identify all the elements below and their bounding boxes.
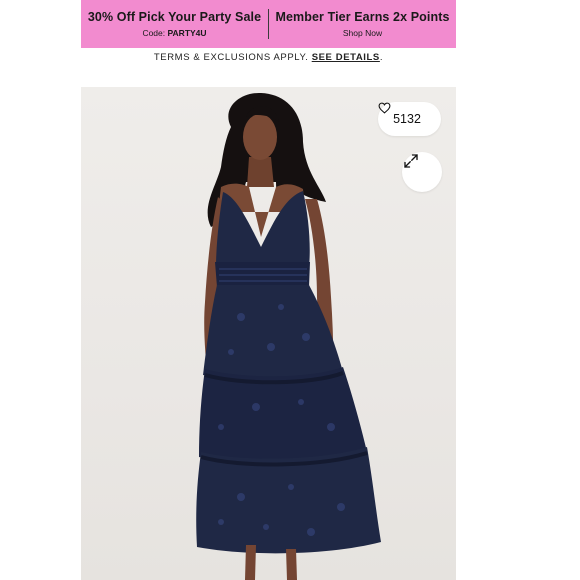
promo-code: PARTY4U xyxy=(167,28,207,38)
like-count: 5132 xyxy=(393,112,421,126)
zoom-button[interactable] xyxy=(402,152,442,192)
model-illustration xyxy=(196,92,381,580)
product-image[interactable]: 5132 xyxy=(81,87,456,580)
promo-member-link[interactable]: Member Tier Earns 2x Points Shop Now xyxy=(269,0,456,48)
terms-notice: TERMS & EXCLUSIONS APPLY. SEE DETAILS. xyxy=(81,52,456,63)
promo-shop-now: Shop Now xyxy=(342,28,383,38)
promo-sale-title: 30% Off Pick Your Party Sale xyxy=(87,10,262,24)
terms-text: TERMS & EXCLUSIONS APPLY. xyxy=(153,52,309,63)
wishlist-button[interactable]: 5132 xyxy=(378,102,441,136)
see-details-link[interactable]: SEE DETAILS xyxy=(312,52,380,63)
promo-code-label: Code: xyxy=(142,28,166,38)
promo-member-title: Member Tier Earns 2x Points xyxy=(275,10,450,24)
promo-code-line: Code: PARTY4U xyxy=(142,28,206,38)
promo-banner: 30% Off Pick Your Party Sale Code: PARTY… xyxy=(81,0,456,48)
terms-period: . xyxy=(379,52,384,63)
promo-sale-link[interactable]: 30% Off Pick Your Party Sale Code: PARTY… xyxy=(81,0,268,48)
